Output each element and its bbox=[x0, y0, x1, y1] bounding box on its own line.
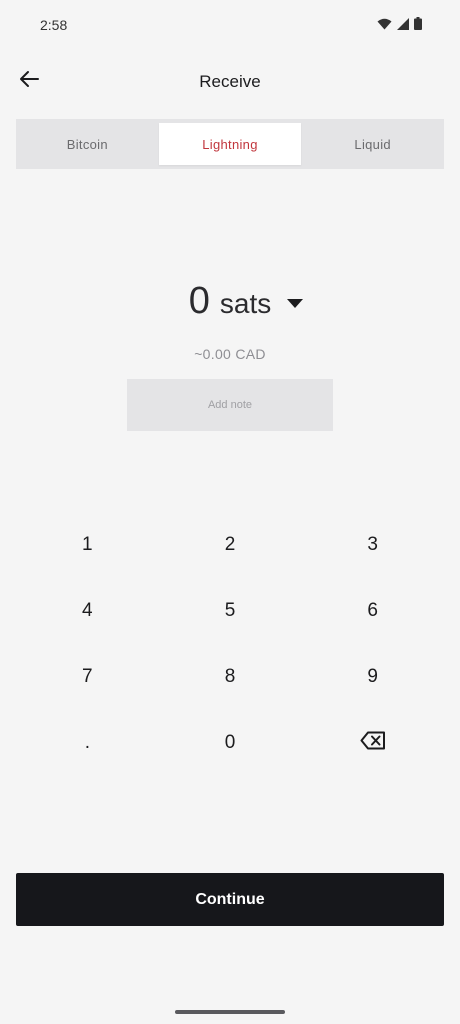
status-time: 2:58 bbox=[40, 17, 68, 33]
key-backspace[interactable] bbox=[301, 710, 444, 776]
tab-bitcoin[interactable]: Bitcoin bbox=[16, 119, 159, 169]
numeric-keypad: 1 2 3 4 5 6 7 8 9 . 0 bbox=[16, 512, 444, 776]
key-9[interactable]: 9 bbox=[301, 644, 444, 710]
tab-liquid[interactable]: Liquid bbox=[301, 119, 444, 169]
key-5[interactable]: 5 bbox=[159, 578, 302, 644]
amount-value: 0 bbox=[188, 280, 210, 322]
key-0[interactable]: 0 bbox=[159, 710, 302, 776]
unit-dropdown-button[interactable] bbox=[283, 294, 307, 314]
battery-icon bbox=[414, 17, 422, 30]
app-header: Receive bbox=[0, 56, 460, 108]
backspace-icon bbox=[360, 731, 386, 756]
amount-unit: sats bbox=[219, 288, 272, 319]
caret-down-icon bbox=[287, 295, 303, 313]
key-1[interactable]: 1 bbox=[16, 512, 159, 578]
add-note-button[interactable]: Add note bbox=[127, 379, 333, 431]
key-7[interactable]: 7 bbox=[16, 644, 159, 710]
signal-icon bbox=[397, 17, 409, 30]
fiat-equivalent: ~0.00 CAD bbox=[194, 346, 266, 362]
key-4[interactable]: 4 bbox=[16, 578, 159, 644]
page-title: Receive bbox=[199, 72, 261, 91]
key-decimal[interactable]: . bbox=[16, 710, 159, 776]
status-icons bbox=[377, 17, 422, 30]
status-bar: 2:58 bbox=[0, 0, 460, 52]
wifi-icon bbox=[377, 18, 392, 30]
receive-screen: 2:58 Receive Bitcoin Lightning Liquid 0 … bbox=[0, 0, 460, 1024]
key-8[interactable]: 8 bbox=[159, 644, 302, 710]
home-indicator[interactable] bbox=[175, 1010, 285, 1014]
continue-button[interactable]: Continue bbox=[16, 873, 444, 926]
amount-display: 0 sats bbox=[0, 280, 460, 336]
key-3[interactable]: 3 bbox=[301, 512, 444, 578]
key-2[interactable]: 2 bbox=[159, 512, 302, 578]
key-6[interactable]: 6 bbox=[301, 578, 444, 644]
network-tabs: Bitcoin Lightning Liquid bbox=[16, 119, 444, 169]
tab-lightning[interactable]: Lightning bbox=[158, 123, 302, 165]
